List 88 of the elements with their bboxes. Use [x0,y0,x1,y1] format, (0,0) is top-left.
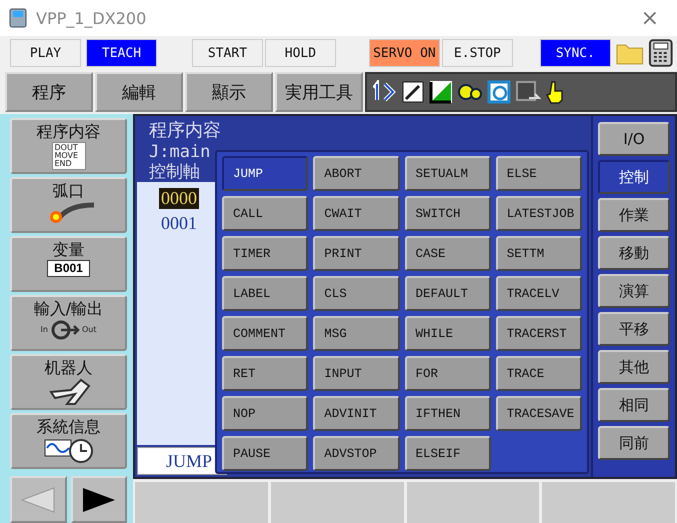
nav-button[interactable]: 弧口 [10,177,127,233]
menu-button[interactable]: 実用工具 [275,72,363,112]
instruction-button[interactable]: SWITCH [404,196,491,231]
instruction-button[interactable]: SETUALM [404,156,491,191]
instruction-button[interactable]: TRACELV [496,276,582,311]
instruction-button[interactable]: COMMENT [222,316,308,351]
instruction-button[interactable]: PAUSE [222,436,308,471]
category-button[interactable]: 控制 [598,160,670,194]
category-button[interactable]: 平移 [598,312,670,346]
nav-button[interactable]: 机器人 [10,354,127,410]
line-number[interactable]: 0001 [159,213,199,234]
left-arrow-icon [20,486,56,514]
mode-button[interactable]: SERVO ON [368,39,440,67]
line-number[interactable]: 0000 [159,188,199,209]
nav-label: 变量 [52,241,84,259]
nav-button[interactable]: 程序内容 DOUT MOVE END [10,118,127,174]
instruction-button[interactable]: ABORT [313,156,400,191]
menu-button[interactable]: 程序 [5,72,93,112]
instruction-button[interactable]: CASE [404,236,491,271]
keypad-icon[interactable] [647,38,676,68]
right-arrow-icon [80,486,117,514]
instruction-button[interactable]: CALL [222,196,308,231]
mode-button[interactable]: SYNC. [540,39,611,67]
nav-button[interactable]: 系統信息 [10,413,127,469]
instruction-button[interactable]: SETTM [496,236,582,271]
icon-caption: END [54,160,72,168]
nav-label: 弧口 [52,182,84,200]
signal-bars-icon[interactable] [429,80,453,104]
category-button[interactable]: I/O [598,122,670,156]
instruction-button[interactable]: TRACESAVE [496,396,582,431]
instruction-button[interactable]: TIMER [222,236,308,271]
nav-button[interactable]: 輸入/輸出 In Out [10,295,127,351]
instruction-button[interactable]: TRACERST [496,316,582,351]
in-out-icon [50,319,80,341]
hand-pointer-icon[interactable] [545,80,565,104]
instruction-button[interactable]: DEFAULT [404,276,491,311]
instruction-button[interactable]: RET [222,356,308,391]
mode-button[interactable]: E.STOP [442,39,513,67]
instruction-button[interactable]: LABEL [222,276,308,311]
mode-button[interactable]: START [192,39,263,67]
icon-caption: Out [82,326,96,334]
variable-badge: B001 [47,260,90,277]
instruction-button[interactable]: CWAIT [313,196,400,231]
nav-button[interactable]: 变量 B001 [10,236,127,292]
menu-button[interactable]: 編輯 [95,72,183,112]
clock-panel-icon[interactable] [487,80,511,104]
nav-label: 机器人 [44,359,92,377]
instruction-button[interactable]: MSG [313,316,400,351]
instruction-button[interactable]: ADVSTOP [313,436,400,471]
instruction-button[interactable]: INPUT [313,356,400,391]
category-button[interactable]: 同前 [598,426,670,460]
robot-arm-icon [46,378,90,406]
instruction-button[interactable]: IFTHEN [404,396,491,431]
menu-button[interactable]: 顯示 [185,72,273,112]
window-title: VPP_1_DX200 [36,8,148,28]
category-button[interactable]: 移動 [598,236,670,270]
instruction-button[interactable]: FOR [404,356,491,391]
next-button[interactable] [70,476,127,523]
instruction-button[interactable]: JUMP [222,156,308,191]
robot-frame-icon[interactable] [401,80,425,104]
job-name: J:main [148,142,212,162]
panel-title: 程序内容 [148,119,222,142]
instruction-button[interactable]: TRACE [496,356,582,391]
window-arrow-icon[interactable] [515,80,541,104]
close-button[interactable]: × [640,6,669,30]
icon-caption: In [40,326,48,334]
nav-label: 輸入/輸出 [34,300,104,318]
control-axis-label: 控制軸 [148,162,201,182]
category-button[interactable]: 演算 [598,274,670,308]
instruction-button[interactable]: NOP [222,396,308,431]
instruction-button[interactable]: LATESTJOB [496,196,582,231]
mode-button[interactable]: TEACH [86,39,157,67]
instruction-button[interactable]: PRINT [313,236,400,271]
category-button[interactable]: 作業 [598,198,670,232]
mode-button[interactable]: HOLD [264,39,336,67]
instruction-button[interactable]: ELSE [496,156,582,191]
category-button[interactable]: 相同 [598,388,670,422]
instruction-button[interactable]: WHILE [404,316,491,351]
instruction-button[interactable]: CLS [313,276,400,311]
nav-label: 系統信息 [36,418,100,436]
icon-caption: MOVE [54,152,78,160]
instruction-button[interactable]: ADVINIT [313,396,400,431]
category-button[interactable]: 其他 [598,350,670,384]
icon-caption: DOUT [54,144,78,152]
mode-button[interactable]: PLAY [10,39,81,67]
wave-clock-icon [44,437,94,463]
instruction-button[interactable]: ELSEIF [404,436,491,471]
nav-label: 程序内容 [36,123,100,141]
